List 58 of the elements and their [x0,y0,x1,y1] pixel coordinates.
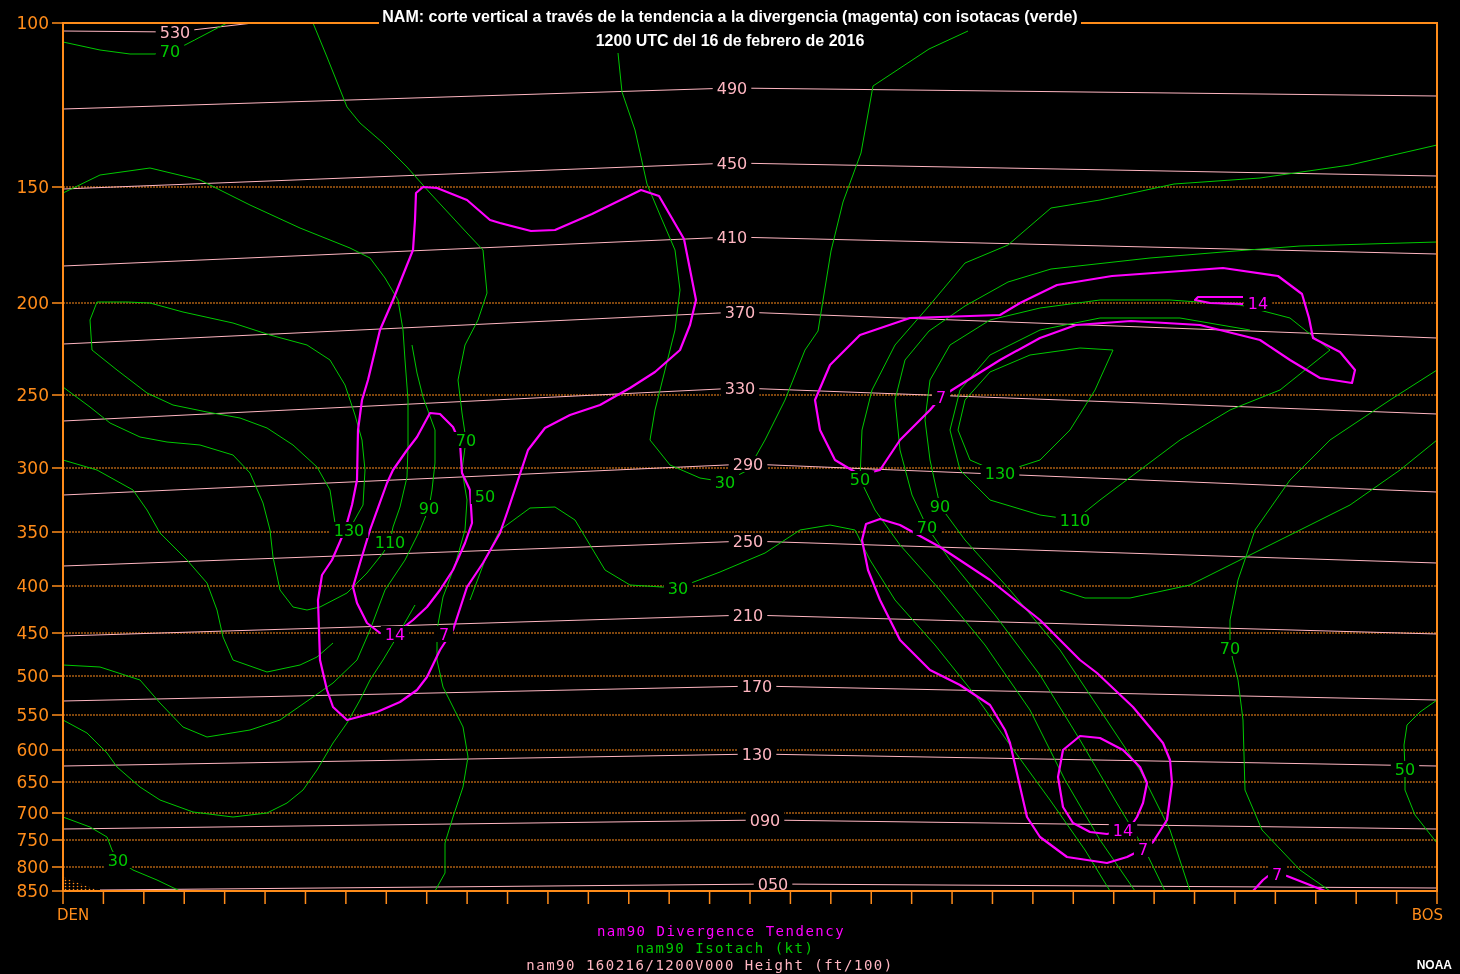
divergence-label: 7 [935,387,947,407]
isotach-label: 70 [159,41,181,61]
isotach-label: 50 [849,469,871,489]
height-label: 130 [741,744,773,764]
pressure-label: 750 [16,830,49,850]
legend-entry: nam90 Isotach (kt) [635,940,815,956]
isotach-label: 30 [667,578,689,598]
height-label: 290 [732,454,764,474]
pressure-label: 650 [16,772,49,792]
height-label: 370 [724,302,756,322]
isotach-label: 90 [929,496,951,516]
start-station-label: DEN [57,906,90,924]
height-label: 170 [741,676,773,696]
isotach-label: 130 [333,520,365,540]
height-label: 250 [732,531,764,551]
pressure-label: 100 [16,13,49,33]
isotach-label: 110 [1059,510,1091,530]
isotach-label: 30 [107,850,129,870]
pressure-label: 500 [16,666,49,686]
pressure-label: 450 [16,623,49,643]
isotach-label: 130 [984,463,1016,483]
divergence-label: 7 [1137,839,1149,859]
height-label: 410 [716,227,748,247]
pressure-label: 850 [16,881,49,901]
height-label: 330 [724,378,756,398]
height-label: 530 [159,22,191,42]
pressure-label: 350 [16,522,49,542]
divergence-label: 14 [1112,820,1134,840]
pressure-label: 250 [16,385,49,405]
isotach-label: 110 [374,532,406,552]
divergence-label: 14 [384,624,406,644]
pressure-label: 150 [16,177,49,197]
isotach-label: 70 [455,430,477,450]
isotach-label: 70 [916,517,938,537]
legend-entry: nam90 Divergence Tendency [596,923,846,939]
pressure-label: 600 [16,740,49,760]
pressure-label: 550 [16,705,49,725]
pressure-label: 800 [16,857,49,877]
isotach-label: 30 [714,472,736,492]
credit-label: NOAA [1416,958,1452,972]
pressure-label: 300 [16,458,49,478]
isotach-label: 50 [1394,759,1416,779]
pressure-label: 400 [16,576,49,596]
height-label: 210 [732,605,764,625]
height-label: 050 [757,874,789,894]
divergence-label: 7 [1271,864,1283,884]
height-label: 090 [749,810,781,830]
isotach-label: 70 [1219,638,1241,658]
pressure-label: 200 [16,293,49,313]
isotach-label: 50 [474,486,496,506]
divergence-label: 7 [438,624,450,644]
isotach-label: 90 [418,498,440,518]
pressure-label: 700 [16,803,49,823]
divergence-label: 14 [1247,293,1269,313]
height-label: 490 [716,78,748,98]
legend-entry: nam90 160216/1200V000 Height (ft/100) [526,957,894,973]
height-label: 450 [716,153,748,173]
end-station-label: BOS [1411,906,1443,924]
